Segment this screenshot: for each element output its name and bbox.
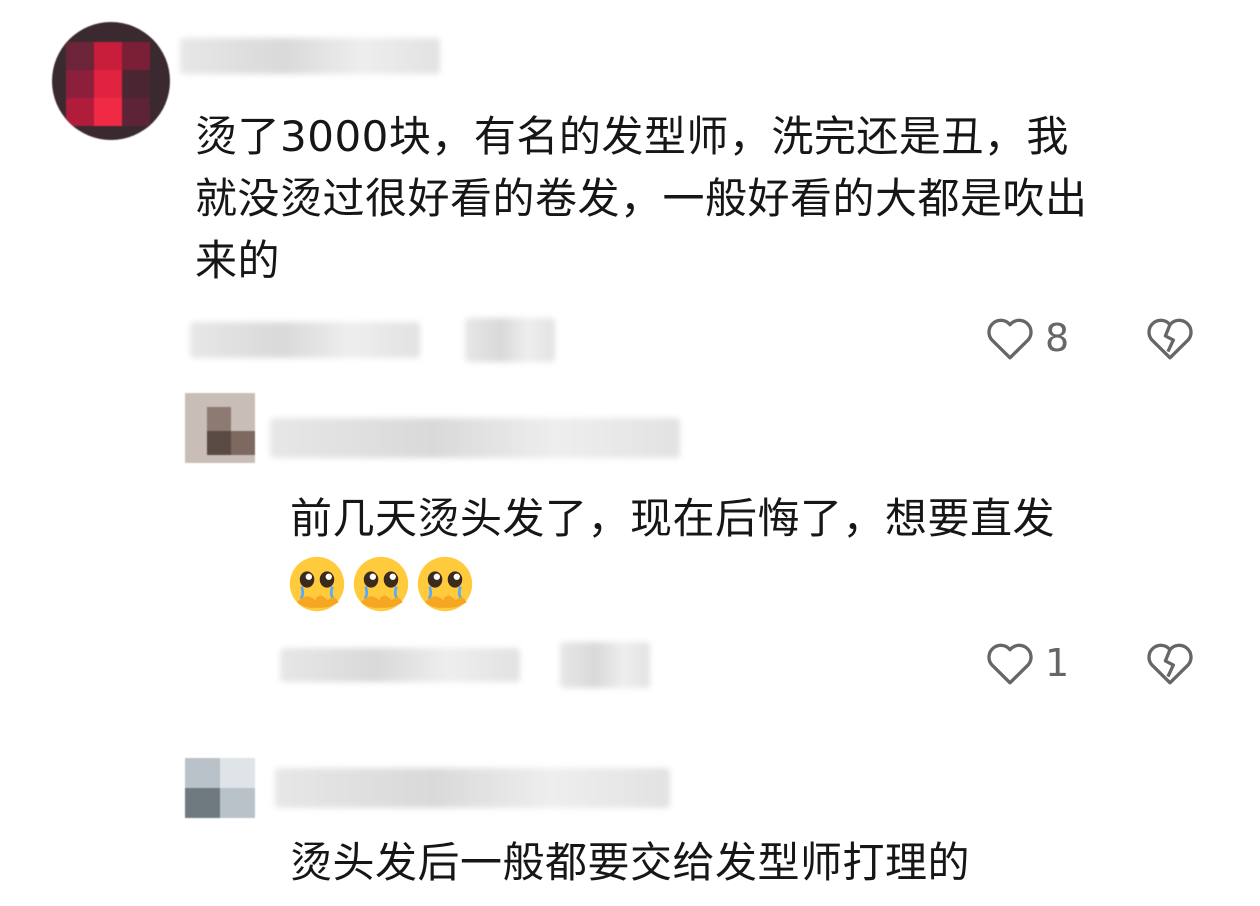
username-redacted-3[interactable] [275,768,670,808]
comment-meta-redacted-1 [190,322,420,358]
emoji-row-2 [288,555,474,613]
like-button-1[interactable]: 8 [985,315,1069,361]
user-avatar-2[interactable] [185,393,255,463]
pleading-face-emoji-icon [289,556,345,612]
comment-meta-redacted-2 [280,648,520,682]
like-count-1: 8 [1045,316,1070,360]
dislike-button-2[interactable] [1145,640,1195,686]
broken-heart-icon [1147,643,1193,685]
broken-heart-icon [1147,318,1193,360]
user-avatar-3[interactable] [185,758,255,818]
dislike-button-1[interactable] [1145,315,1195,361]
like-button-2[interactable]: 1 [985,640,1069,686]
user-avatar-1[interactable] [52,22,170,140]
reply-button-redacted-2[interactable] [560,642,650,688]
username-redacted-2[interactable] [270,418,680,458]
like-count-2: 1 [1045,641,1070,685]
comment-text-3: 烫头发后一般都要交给发型师打理的 [290,838,971,887]
pleading-face-emoji-icon [417,556,473,612]
heart-outline-icon [987,643,1033,685]
heart-outline-icon [987,318,1033,360]
pleading-face-emoji-icon [353,556,409,612]
comment-text-2: 前几天烫头发了，现在后悔了，想要直发 [290,494,1056,543]
reply-button-redacted-1[interactable] [465,318,555,362]
username-redacted-1[interactable] [180,38,440,74]
comment-text-1: 烫了3000块，有名的发型师，洗完还是丑，我 就没烫过很好看的卷发，一般好看的大… [195,112,1088,285]
